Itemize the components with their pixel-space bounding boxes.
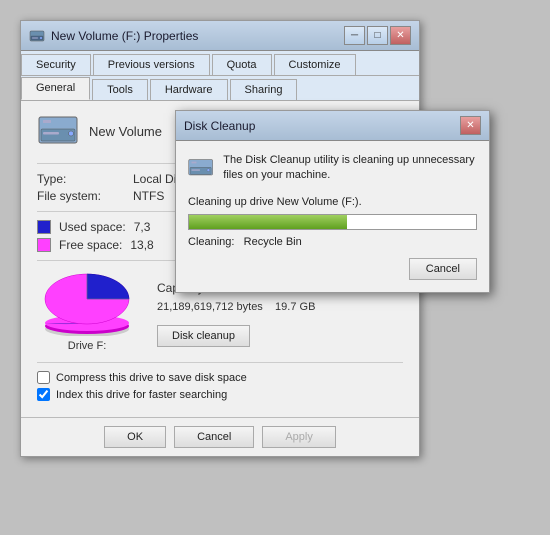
title-drive-icon [29, 29, 45, 43]
cancel-button[interactable]: Cancel [174, 426, 254, 448]
tab-previous-versions[interactable]: Previous versions [93, 54, 210, 75]
cleanup-drive-label: Cleaning up drive New Volume (F:). [188, 196, 477, 208]
progress-bar-fill [189, 215, 347, 229]
tab-hardware[interactable]: Hardware [150, 79, 228, 100]
compress-checkbox[interactable] [37, 371, 50, 384]
drive-label: Drive F: [68, 340, 107, 352]
volume-name: New Volume [89, 124, 162, 139]
checkbox-section: Compress this drive to save disk space I… [37, 371, 403, 401]
disk-cleanup-button[interactable]: Disk cleanup [157, 325, 250, 347]
bottom-buttons: OK Cancel Apply [21, 417, 419, 456]
tab-general[interactable]: General [21, 77, 90, 100]
tab-tools[interactable]: Tools [92, 79, 148, 100]
cleanup-title-bar: Disk Cleanup ✕ [176, 111, 489, 141]
capacity-bytes: 21,189,619,712 bytes [157, 301, 263, 313]
index-checkbox[interactable] [37, 388, 50, 401]
drive-icon-large [37, 113, 79, 149]
pie-container: Drive F: [37, 271, 137, 352]
tab-quota[interactable]: Quota [212, 54, 272, 75]
close-button[interactable]: ✕ [390, 26, 411, 45]
main-title-bar: New Volume (F:) Properties ─ □ ✕ [21, 21, 419, 51]
separator4 [37, 362, 403, 363]
filesystem-label: File system: [37, 189, 127, 203]
apply-button[interactable]: Apply [262, 426, 336, 448]
cleanup-status: Cleaning: Recycle Bin [188, 236, 477, 248]
progress-bar-container [188, 214, 477, 230]
tab-security[interactable]: Security [21, 54, 91, 75]
status-value: Recycle Bin [244, 236, 302, 248]
free-space-color [37, 238, 51, 252]
used-value: 7,3 [134, 220, 151, 234]
cleanup-title-text: Disk Cleanup [184, 119, 255, 133]
compress-checkbox-row: Compress this drive to save disk space [37, 371, 403, 384]
type-label: Type: [37, 172, 127, 186]
cleanup-content: The Disk Cleanup utility is cleaning up … [176, 141, 489, 292]
used-space-color [37, 220, 51, 234]
pie-chart [37, 271, 137, 336]
tab-customize[interactable]: Customize [274, 54, 356, 75]
cleanup-top: The Disk Cleanup utility is cleaning up … [188, 153, 477, 184]
cleanup-close-button[interactable]: ✕ [460, 116, 481, 135]
used-label: Used space: [59, 220, 126, 234]
tabs-row1: Security Previous versions Quota Customi… [21, 51, 419, 76]
cleanup-dialog: Disk Cleanup ✕ The Disk Cleanup utility … [175, 110, 490, 293]
maximize-button[interactable]: □ [367, 26, 388, 45]
capacity-gb: 19.7 GB [275, 301, 315, 313]
status-label: Cleaning: [188, 236, 234, 248]
cleanup-cancel-row: Cancel [188, 258, 477, 280]
compress-label: Compress this drive to save disk space [56, 372, 247, 384]
cleanup-drive-icon [188, 153, 213, 183]
ok-button[interactable]: OK [104, 426, 166, 448]
main-title-text: New Volume (F:) Properties [51, 29, 198, 43]
tabs-row2: General Tools Hardware Sharing [21, 76, 419, 101]
index-label: Index this drive for faster searching [56, 389, 227, 401]
title-bar-left: New Volume (F:) Properties [29, 29, 198, 43]
index-checkbox-row: Index this drive for faster searching [37, 388, 403, 401]
free-value: 13,8 [130, 238, 153, 252]
minimize-button[interactable]: ─ [344, 26, 365, 45]
tab-sharing[interactable]: Sharing [230, 79, 298, 100]
free-label: Free space: [59, 238, 122, 252]
title-controls: ─ □ ✕ [344, 26, 411, 45]
cleanup-cancel-button[interactable]: Cancel [409, 258, 477, 280]
cleanup-message: The Disk Cleanup utility is cleaning up … [223, 153, 477, 184]
